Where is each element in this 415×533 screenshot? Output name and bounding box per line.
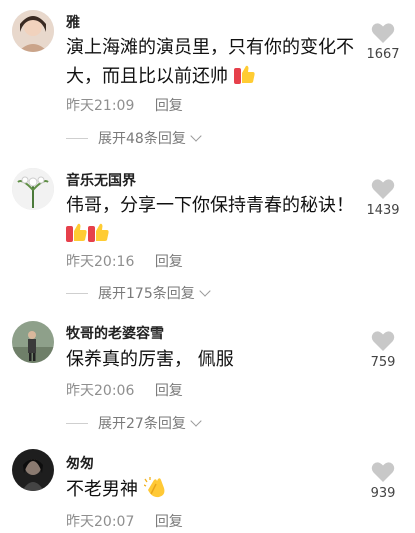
like-button[interactable]: 939 bbox=[361, 461, 405, 501]
timestamp: 昨天20:06 bbox=[66, 383, 135, 399]
comment-meta: 昨天20:07 回复 bbox=[66, 511, 183, 531]
expand-replies-label: 展开27条回复 bbox=[98, 416, 186, 432]
chevron-down-icon bbox=[190, 130, 202, 142]
username[interactable]: 牧哥的老婆容雪 bbox=[66, 323, 164, 343]
chevron-down-icon bbox=[190, 415, 202, 427]
expand-replies-label: 展开48条回复 bbox=[98, 131, 186, 147]
comment-text-content: 保养真的厉害， 佩服 bbox=[66, 349, 234, 370]
like-button[interactable]: 1667 bbox=[361, 22, 405, 62]
avatar[interactable] bbox=[12, 321, 54, 363]
comment-text-content: 不老男神 bbox=[66, 479, 138, 500]
comment-meta: 昨天21:09 回复 bbox=[66, 95, 183, 115]
thumbs-up-icon bbox=[88, 223, 110, 252]
reply-button[interactable]: 回复 bbox=[155, 98, 183, 114]
reply-button[interactable]: 回复 bbox=[155, 383, 183, 399]
heart-icon bbox=[371, 23, 395, 43]
username[interactable]: 匆匆 bbox=[66, 453, 94, 473]
divider bbox=[66, 137, 88, 139]
username[interactable]: 雅 bbox=[66, 12, 80, 32]
timestamp: 昨天20:16 bbox=[66, 254, 135, 270]
divider bbox=[66, 422, 88, 424]
like-button[interactable]: 1439 bbox=[361, 178, 405, 218]
heart-icon bbox=[371, 179, 395, 199]
comment-text-content: 伟哥，分享一下你保持青春的秘诀！ bbox=[66, 195, 354, 216]
clapping-hands-icon bbox=[143, 476, 168, 507]
reply-button[interactable]: 回复 bbox=[155, 254, 183, 270]
avatar[interactable] bbox=[12, 168, 54, 210]
timestamp: 昨天20:07 bbox=[66, 514, 135, 530]
comment-text-content: 演上海滩的演员里，只有你的变化不大，而且比以前还帅 bbox=[66, 37, 354, 87]
reply-button[interactable]: 回复 bbox=[155, 514, 183, 530]
like-count: 759 bbox=[370, 355, 396, 370]
like-count: 939 bbox=[370, 486, 396, 501]
expand-replies-button[interactable]: 展开27条回复 bbox=[66, 413, 202, 433]
avatar[interactable] bbox=[12, 10, 54, 52]
divider bbox=[66, 292, 88, 294]
thumbs-up-icon bbox=[66, 223, 88, 252]
comment-text: 伟哥，分享一下你保持青春的秘诀！ bbox=[66, 191, 366, 252]
comment-text: 保养真的厉害， 佩服 bbox=[66, 345, 366, 374]
heart-icon bbox=[371, 462, 395, 482]
heart-icon bbox=[371, 331, 395, 351]
comment-text: 不老男神 bbox=[66, 475, 366, 507]
like-count: 1667 bbox=[366, 47, 400, 62]
expand-replies-button[interactable]: 展开48条回复 bbox=[66, 128, 202, 148]
comment-meta: 昨天20:06 回复 bbox=[66, 380, 183, 400]
timestamp: 昨天21:09 bbox=[66, 98, 135, 114]
expand-replies-label: 展开175条回复 bbox=[98, 286, 195, 302]
avatar[interactable] bbox=[12, 449, 54, 491]
chevron-down-icon bbox=[199, 285, 211, 297]
like-count: 1439 bbox=[366, 203, 400, 218]
expand-replies-button[interactable]: 展开175条回复 bbox=[66, 283, 211, 303]
comment-meta: 昨天20:16 回复 bbox=[66, 251, 183, 271]
like-button[interactable]: 759 bbox=[361, 330, 405, 370]
comment-text: 演上海滩的演员里，只有你的变化不大，而且比以前还帅 bbox=[66, 33, 366, 94]
username[interactable]: 音乐无国界 bbox=[66, 170, 136, 190]
thumbs-up-icon bbox=[233, 65, 256, 94]
